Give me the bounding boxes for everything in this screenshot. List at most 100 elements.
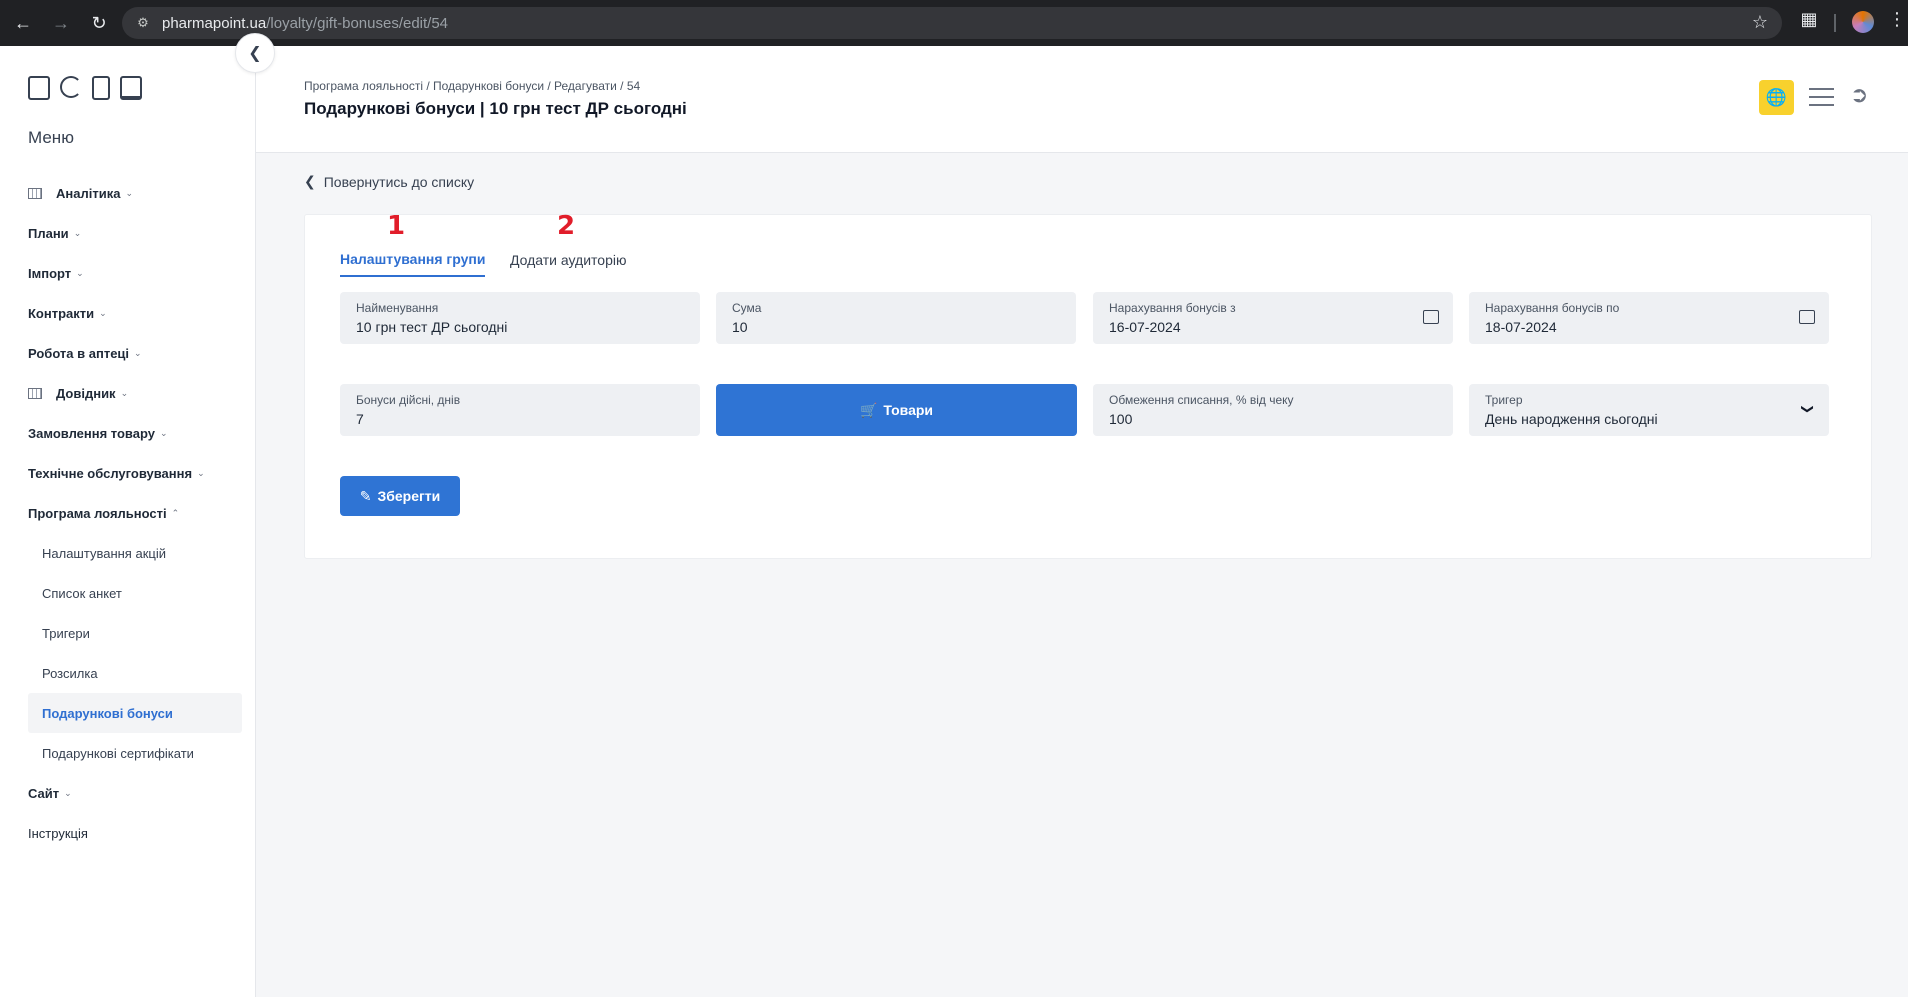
chevron-left-icon: ❮ bbox=[248, 45, 262, 62]
language-button[interactable]: 🌐 bbox=[1759, 80, 1794, 115]
page-title: Подарункові бонуси | 10 грн тест ДР сьог… bbox=[304, 99, 687, 118]
tab-marker-1: 1 bbox=[387, 211, 406, 241]
document-icon[interactable] bbox=[92, 76, 110, 100]
sidebar-item-label: Сайт bbox=[28, 785, 60, 801]
sidebar-subitem-promo-settings[interactable]: Налаштування акцій bbox=[28, 533, 242, 573]
sidebar-item-maintenance[interactable]: Технічне обслуговування ⌄ bbox=[28, 453, 242, 493]
sidebar-item-label: Список анкет bbox=[42, 585, 122, 601]
field-label: Обмеження списання, % від чеку bbox=[1109, 393, 1294, 407]
field-label: Сума bbox=[732, 301, 762, 315]
sum-field[interactable]: Сума 10 bbox=[716, 292, 1076, 344]
products-button-label: Товари bbox=[883, 402, 934, 418]
field-label: Нарахування бонусів з bbox=[1109, 301, 1236, 315]
calendar-icon[interactable] bbox=[1423, 310, 1439, 324]
sidebar-subitem-mailing[interactable]: Розсилка bbox=[28, 653, 242, 693]
field-label: Найменування bbox=[356, 301, 439, 315]
back-link-label: Повернутись до списку bbox=[323, 173, 475, 190]
calendar-icon[interactable] bbox=[28, 76, 50, 100]
sidebar-item-instruction[interactable]: Інструкція bbox=[28, 813, 242, 853]
bookmark-star-icon[interactable]: ☆ bbox=[1752, 12, 1768, 33]
sidebar-subitem-triggers[interactable]: Тригери bbox=[28, 613, 242, 653]
extensions-icon[interactable]: ▦ bbox=[1796, 9, 1822, 35]
table-icon bbox=[28, 187, 42, 199]
bonus-to-date-field[interactable]: Нарахування бонусів по 18-07-2024 bbox=[1469, 292, 1829, 344]
back-to-list-link[interactable]: ❮ Повернутись до списку bbox=[304, 173, 474, 190]
save-button-label: Зберегти bbox=[377, 488, 441, 504]
url-host: pharmapoint.ua bbox=[162, 14, 267, 32]
address-bar[interactable]: ⚙ pharmapoint.ua/loyalty/gift-bonuses/ed… bbox=[122, 7, 1782, 39]
pencil-icon: ✎ bbox=[359, 487, 372, 504]
hamburger-menu-icon[interactable] bbox=[1809, 88, 1834, 106]
back-arrow-icon[interactable]: ← bbox=[8, 8, 38, 38]
sidebar-item-label: Програма лояльності bbox=[28, 505, 167, 521]
field-value: День народження сьогодні bbox=[1485, 411, 1658, 427]
sidebar-collapse-button[interactable]: ❮ bbox=[235, 33, 275, 73]
field-value: 100 bbox=[1109, 411, 1133, 427]
sidebar-item-contracts[interactable]: Контракти ⌄ bbox=[28, 293, 242, 333]
pie-chart-icon[interactable] bbox=[60, 76, 82, 98]
toolbar-divider bbox=[1834, 14, 1836, 32]
sidebar-item-label: Контракти bbox=[28, 305, 95, 321]
book-icon[interactable] bbox=[120, 76, 142, 100]
browser-menu-icon[interactable]: ⋮ bbox=[1888, 9, 1906, 30]
sidebar-item-loyalty[interactable]: Програма лояльності ⌃ bbox=[28, 493, 242, 533]
chevron-down-icon[interactable]: ❯ bbox=[1801, 404, 1815, 414]
sidebar-item-label: Довідник bbox=[56, 385, 116, 401]
sidebar-item-label: Технічне обслуговування bbox=[28, 465, 193, 481]
tab-group-settings[interactable]: Налаштування групи bbox=[340, 243, 486, 277]
chevron-up-icon: ⌃ bbox=[171, 507, 180, 518]
chevron-down-icon: ⌄ bbox=[99, 307, 107, 318]
sidebar-item-pharmacy-work[interactable]: Робота в аптеці ⌄ bbox=[28, 333, 242, 373]
sidebar-item-label: Робота в аптеці bbox=[28, 345, 130, 361]
field-value: 10 грн тест ДР сьогодні bbox=[356, 319, 508, 335]
menu-title: Меню bbox=[28, 128, 74, 147]
sidebar-item-analytics[interactable]: Аналітика ⌄ bbox=[28, 173, 242, 213]
save-button[interactable]: ✎ Зберегти bbox=[340, 476, 460, 516]
sidebar-top-icons bbox=[28, 76, 142, 100]
logout-icon[interactable]: ➲ bbox=[1850, 82, 1868, 108]
sidebar-item-label: Інструкція bbox=[28, 825, 88, 841]
sidebar-subitem-surveys[interactable]: Список анкет bbox=[28, 573, 242, 613]
valid-days-field[interactable]: Бонуси дійсні, днів 7 bbox=[340, 384, 700, 436]
profile-avatar[interactable] bbox=[1852, 11, 1874, 33]
sidebar-item-orders[interactable]: Замовлення товару ⌄ bbox=[28, 413, 242, 453]
bonus-from-date-field[interactable]: Нарахування бонусів з 16-07-2024 bbox=[1093, 292, 1453, 344]
calendar-icon[interactable] bbox=[1799, 310, 1815, 324]
sidebar-item-plans[interactable]: Плани ⌄ bbox=[28, 213, 242, 253]
sidebar-item-label: Аналітика bbox=[56, 185, 121, 201]
sidebar-item-label: Імпорт bbox=[28, 265, 72, 281]
chevron-down-icon: ⌄ bbox=[76, 267, 84, 278]
reload-icon[interactable]: ↻ bbox=[84, 8, 114, 38]
breadcrumb: Програма лояльності / Подарункові бонуси… bbox=[304, 79, 641, 93]
sidebar-item-import[interactable]: Імпорт ⌄ bbox=[28, 253, 242, 293]
site-settings-icon[interactable]: ⚙ bbox=[134, 14, 152, 32]
list-icon bbox=[28, 387, 42, 399]
sidebar: Меню Аналітика ⌄ Плани ⌄ Імпорт ⌄ Контракти… bbox=[0, 46, 256, 997]
trigger-select[interactable]: Тригер День народження сьогодні ❯ bbox=[1469, 384, 1829, 436]
sidebar-item-directory[interactable]: Довідник ⌄ bbox=[28, 373, 242, 413]
sidebar-item-label: Подарункові сертифікати bbox=[42, 745, 194, 761]
sidebar-subitem-gift-bonuses[interactable]: Подарункові бонуси bbox=[28, 693, 242, 733]
sidebar-item-label: Розсилка bbox=[42, 665, 98, 681]
sidebar-item-site[interactable]: Сайт ⌄ bbox=[28, 773, 242, 813]
field-value: 10 bbox=[732, 319, 748, 335]
field-label: Нарахування бонусів по bbox=[1485, 301, 1620, 315]
globe-icon: 🌐 bbox=[1765, 87, 1788, 107]
products-button[interactable]: 🛒 Товари bbox=[716, 384, 1077, 436]
name-field[interactable]: Найменування 10 грн тест ДР сьогодні bbox=[340, 292, 700, 344]
chevron-down-icon: ⌄ bbox=[64, 787, 72, 798]
tab-add-audience[interactable]: Додати аудиторію bbox=[510, 243, 626, 277]
field-label: Тригер bbox=[1485, 393, 1523, 407]
chevron-down-icon: ⌄ bbox=[160, 427, 168, 438]
chevron-down-icon: ⌄ bbox=[120, 387, 129, 398]
sidebar-item-label: Тригери bbox=[42, 625, 90, 641]
forward-arrow-icon[interactable]: → bbox=[46, 8, 76, 38]
field-value: 18-07-2024 bbox=[1485, 319, 1557, 335]
chevron-left-icon: ❮ bbox=[304, 173, 316, 189]
sidebar-item-label: Налаштування акцій bbox=[42, 545, 166, 561]
cart-icon: 🛒 bbox=[859, 401, 878, 418]
url-path: /loyalty/gift-bonuses/edit/54 bbox=[266, 14, 449, 32]
sidebar-subitem-gift-certificates[interactable]: Подарункові сертифікати bbox=[28, 733, 242, 773]
write-off-limit-field[interactable]: Обмеження списання, % від чеку 100 bbox=[1093, 384, 1453, 436]
page-header: Програма лояльності / Подарункові бонуси… bbox=[256, 46, 1908, 153]
